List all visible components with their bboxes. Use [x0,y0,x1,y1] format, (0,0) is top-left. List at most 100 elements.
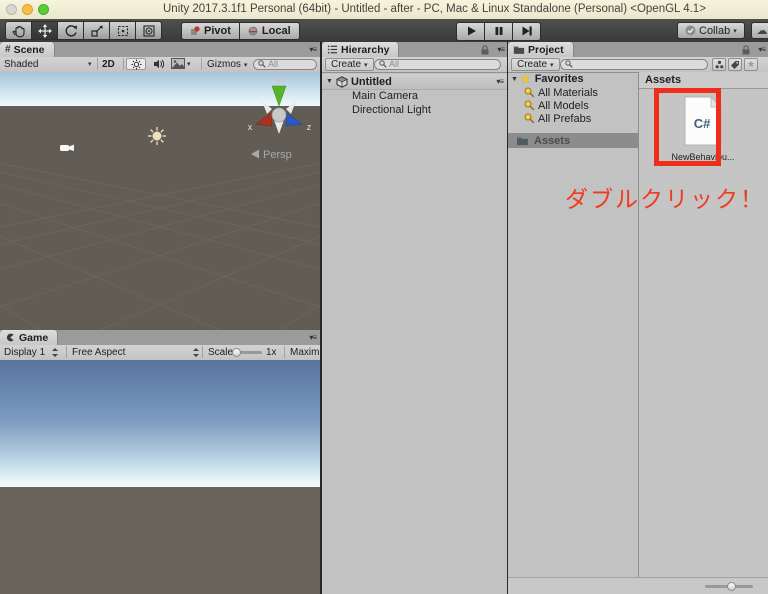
project-toolbar: Create ▾ ★ [508,57,768,73]
scene-lighting-button[interactable] [126,58,146,70]
scene-toolbar: Shaded ▾ 2D ▾ Gizmos ▾ All [0,57,320,73]
aspect-dropdown[interactable]: Free Aspect [72,347,125,358]
scene-effects-button[interactable]: ▾ [171,58,191,69]
tab-game[interactable]: Game [0,330,59,345]
scene-tab-label: Scene [13,43,45,56]
collab-button[interactable]: Collab ▾ [677,22,745,39]
create-dropdown-arrow-icon: ▾ [550,61,554,69]
scale-slider-thumb[interactable] [232,348,241,357]
display-dropdown[interactable]: Display 1 [4,347,59,358]
axis-x-label: x [248,122,253,132]
rect-tool-button[interactable] [109,21,136,40]
project-panel-menu-icon[interactable]: ▾≡ [758,45,766,54]
project-tab-label: Project [528,43,564,56]
favorite-item-label: All Materials [538,86,598,99]
game-panel-menu-icon[interactable]: ▾≡ [309,333,317,342]
directional-light-gizmo[interactable] [148,127,166,145]
asset-type-icon [715,60,723,69]
collab-label: Collab [699,24,731,37]
window-zoom-button[interactable] [38,4,49,15]
window-minimize-button[interactable] [22,4,33,15]
assets-folder-label: Assets [534,134,571,147]
gizmos-dropdown-arrow-icon: ▾ [243,61,248,69]
scale-value: 1x [266,347,277,358]
project-footer [508,577,768,594]
scene-panel-menu-icon[interactable]: ▾≡ [309,45,317,54]
scene-panel: # Scene ▾≡ Shaded ▾ 2D ▾ Gizmos ▾ All y … [0,42,320,330]
move-tool-button[interactable] [31,21,58,40]
window-close-button[interactable] [6,4,17,15]
display-popup-icon [51,348,59,357]
aspect-popup-icon [192,347,199,357]
axis-z-label: z [307,122,312,132]
play-button[interactable] [456,21,485,41]
search-query-icon [524,100,535,111]
image-icon [171,58,185,69]
transform-combined-icon [142,24,155,37]
search-by-type-button[interactable] [712,58,726,71]
scale-tool-button[interactable] [83,21,110,40]
scene-search-input[interactable]: All [253,58,317,70]
gizmos-dropdown[interactable]: Gizmos ▾ [207,59,247,70]
foldout-arrow-icon[interactable]: ▼ [326,78,333,85]
asset-zoom-slider-thumb[interactable] [727,582,736,591]
shaded-label: Shaded [4,59,39,70]
play-icon [467,26,476,36]
pause-button[interactable] [484,21,513,41]
scene-root-row[interactable]: ▼ Untitled ▾≡ [322,74,507,90]
tab-hierarchy[interactable]: Hierarchy [322,42,400,57]
assets-folder-row[interactable]: Assets [508,133,638,148]
create-dropdown-arrow-icon: ▾ [364,61,368,69]
rotate-icon [65,24,77,37]
favorite-item-all-prefabs[interactable]: All Prefabs [508,112,591,125]
favorite-item-label: All Prefabs [538,112,592,125]
gizmos-label: Gizmos [207,59,241,70]
shaded-dropdown[interactable]: Shaded [4,59,38,70]
favorites-row[interactable]: ▼ ★ Favorites [508,72,584,86]
step-button[interactable] [512,21,541,41]
camera-gizmo[interactable] [60,144,74,152]
foldout-arrow-icon[interactable]: ▼ [511,76,518,83]
hierarchy-panel: Hierarchy ▾≡ Create ▾ All ▼ Untitled ▾≡ … [322,42,507,594]
rotate-tool-button[interactable] [57,21,84,40]
project-search-input[interactable] [560,58,708,70]
toggle-2d-button[interactable]: 2D [102,59,115,70]
hierarchy-item-main-camera[interactable]: Main Camera [352,89,418,103]
hierarchy-search-input[interactable]: All [374,58,501,70]
scene-row-menu-icon[interactable]: ▾≡ [496,77,504,86]
title-bar: Unity 2017.3.1f1 Personal (64bit) - Unti… [0,0,768,20]
local-toggle-button[interactable]: Local [238,21,300,40]
playmode-group [456,21,541,41]
project-create-button[interactable]: Create ▾ [511,58,560,71]
scene-viewport[interactable]: y x z Persp [0,72,320,330]
hand-tool-button[interactable] [5,21,32,40]
pivot-local-group: Pivot Local [181,21,300,41]
pivot-toggle-button[interactable]: Pivot [181,21,240,40]
lock-icon[interactable] [742,45,750,55]
maximize-on-play-button[interactable]: Maximiz [290,347,320,358]
pivot-label: Pivot [204,24,231,37]
hierarchy-panel-menu-icon[interactable]: ▾≡ [497,45,505,54]
lock-icon[interactable] [481,45,489,55]
scene-audio-button[interactable] [150,58,168,70]
favorite-item-all-models[interactable]: All Models [508,99,589,112]
transform-tool-button[interactable] [135,21,162,40]
shaded-dropdown-arrow-icon: ▾ [88,61,92,68]
cloud-services-button[interactable]: ☁ [751,22,768,39]
tab-scene[interactable]: # Scene [0,42,55,57]
favorite-search-button[interactable]: ★ [744,58,758,71]
annotation-red-rectangle [654,88,721,166]
hand-icon [12,25,25,37]
favorite-item-all-materials[interactable]: All Materials [508,86,598,99]
assets-grid-header: Assets [639,72,768,89]
hierarchy-tabstrip: Hierarchy ▾≡ [322,42,507,58]
tab-project[interactable]: Project [508,42,574,57]
create-label: Create [517,59,548,70]
project-tabstrip: Project ▾≡ [508,42,768,58]
hierarchy-create-button[interactable]: Create ▾ [325,58,374,71]
search-by-label-button[interactable] [728,58,742,71]
speaker-icon [154,59,165,69]
hierarchy-tab-icon [327,45,338,54]
hierarchy-item-directional-light[interactable]: Directional Light [352,103,431,117]
axis-y-label: y [277,74,282,84]
